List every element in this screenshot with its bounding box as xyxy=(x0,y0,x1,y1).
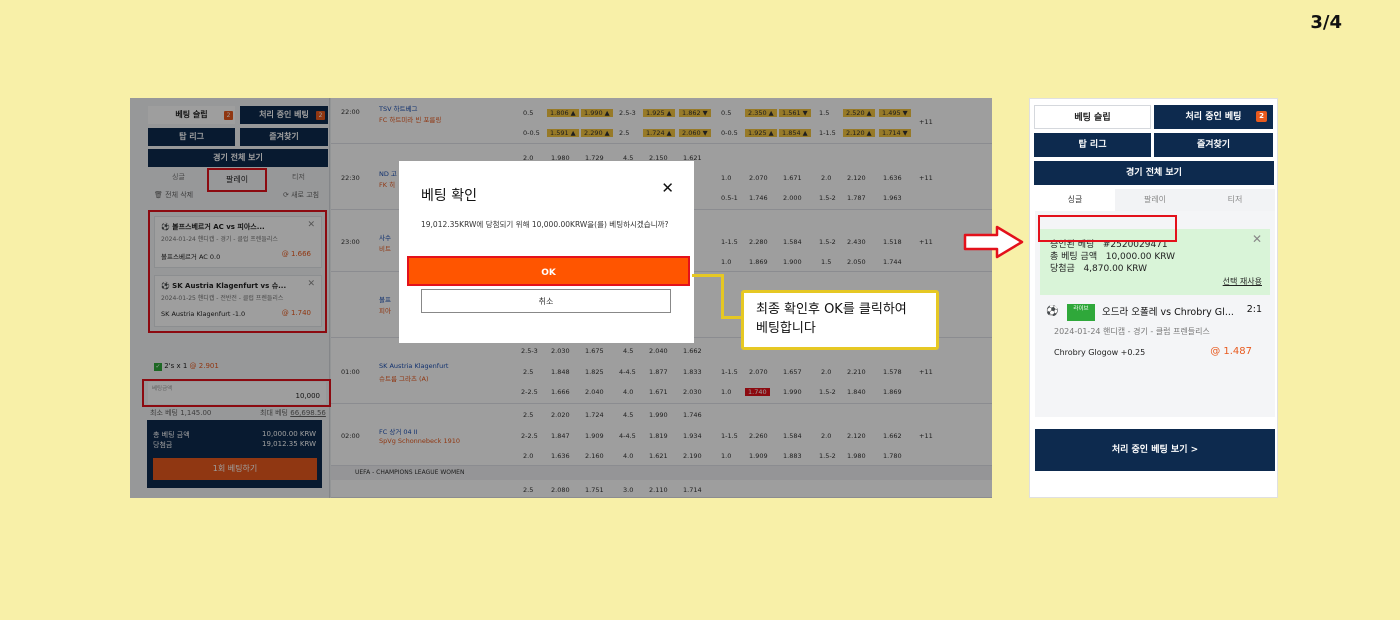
bet-confirm-dialog: 베팅 확인 ✕ 19,012.35KRW에 당첨되기 위해 10,000.00K… xyxy=(399,161,694,343)
callout-line: 베팅합니다 xyxy=(756,321,816,336)
view-all-games-button[interactable]: 경기 전체 보기 xyxy=(1034,161,1274,185)
page-number: 3/4 xyxy=(1310,12,1342,33)
tab-single[interactable]: 싱글 xyxy=(1035,189,1115,211)
cancel-button[interactable]: 취소 xyxy=(421,289,671,313)
dialog-title: 베팅 확인 xyxy=(421,188,477,204)
bet-odds: @ 1.487 xyxy=(1210,346,1252,357)
callout-connector xyxy=(721,316,743,319)
match-title: 오드라 오폴레 vs Chrobry Gl... xyxy=(1102,307,1234,318)
callout-connector xyxy=(692,274,724,277)
match-score: 2:1 xyxy=(1246,304,1262,315)
live-badge: 라이브 xyxy=(1067,304,1095,321)
approved-payout: 당첨금 4,870.00 KRW xyxy=(1050,261,1147,274)
dialog-message: 19,012.35KRW에 당첨되기 위해 10,000.00KRW을(를) 베… xyxy=(421,220,669,229)
bet-pick: Chrobry Glogow +0.25 xyxy=(1054,348,1146,357)
view-processing-bets-button[interactable]: 처리 중인 베팅 보기 > xyxy=(1035,429,1275,471)
approved-highlight xyxy=(1038,215,1177,242)
payout-value: 4,870.00 KRW xyxy=(1083,264,1148,274)
bet-slip-tab[interactable]: 베팅 슬립 xyxy=(1034,105,1151,129)
top-league-button[interactable]: 탑 리그 xyxy=(1034,133,1151,157)
callout-connector xyxy=(721,274,724,318)
match-meta: 2024-01-24 핸디캡 - 경기 - 클럽 프렌들리스 xyxy=(1054,327,1210,336)
processing-count-badge: 2 xyxy=(1256,111,1267,122)
soccer-icon: ⚽ xyxy=(1046,306,1059,317)
slip-tabs: 싱글 팔레이 티저 xyxy=(1035,189,1275,211)
tab-teaser[interactable]: 티저 xyxy=(1195,189,1275,211)
close-icon[interactable]: ✕ xyxy=(1252,232,1262,246)
ok-button[interactable]: OK xyxy=(407,256,690,286)
tab-parlay[interactable]: 팔레이 xyxy=(1115,189,1195,211)
slip-body: 승인된 베팅 #2520029471 총 베팅 금액 10,000.00 KRW… xyxy=(1035,211,1275,417)
processing-bets-label: 처리 중인 베팅 xyxy=(1185,112,1242,122)
reuse-selection-link[interactable]: 선택 재사용 xyxy=(1223,276,1262,287)
right-arrow-icon xyxy=(963,225,1024,259)
callout-line: 최종 확인후 OK를 클릭하여 xyxy=(756,302,907,317)
processing-bets-tab[interactable]: 처리 중인 베팅 2 xyxy=(1154,105,1273,129)
close-icon[interactable]: ✕ xyxy=(661,179,674,197)
payout-label: 당첨금 xyxy=(1050,264,1075,274)
bet-card: ⚽ 라이브 오드라 오폴레 vs Chrobry Gl... 2:1 2024-… xyxy=(1040,295,1270,371)
favorites-button[interactable]: 즐겨찾기 xyxy=(1154,133,1273,157)
instruction-callout: 최종 확인후 OK를 클릭하여 베팅합니다 xyxy=(741,290,939,350)
bet-slip-panel: 베팅 슬립 처리 중인 베팅 2 탑 리그 즐겨찾기 경기 전체 보기 싱글 팔… xyxy=(1029,98,1278,498)
